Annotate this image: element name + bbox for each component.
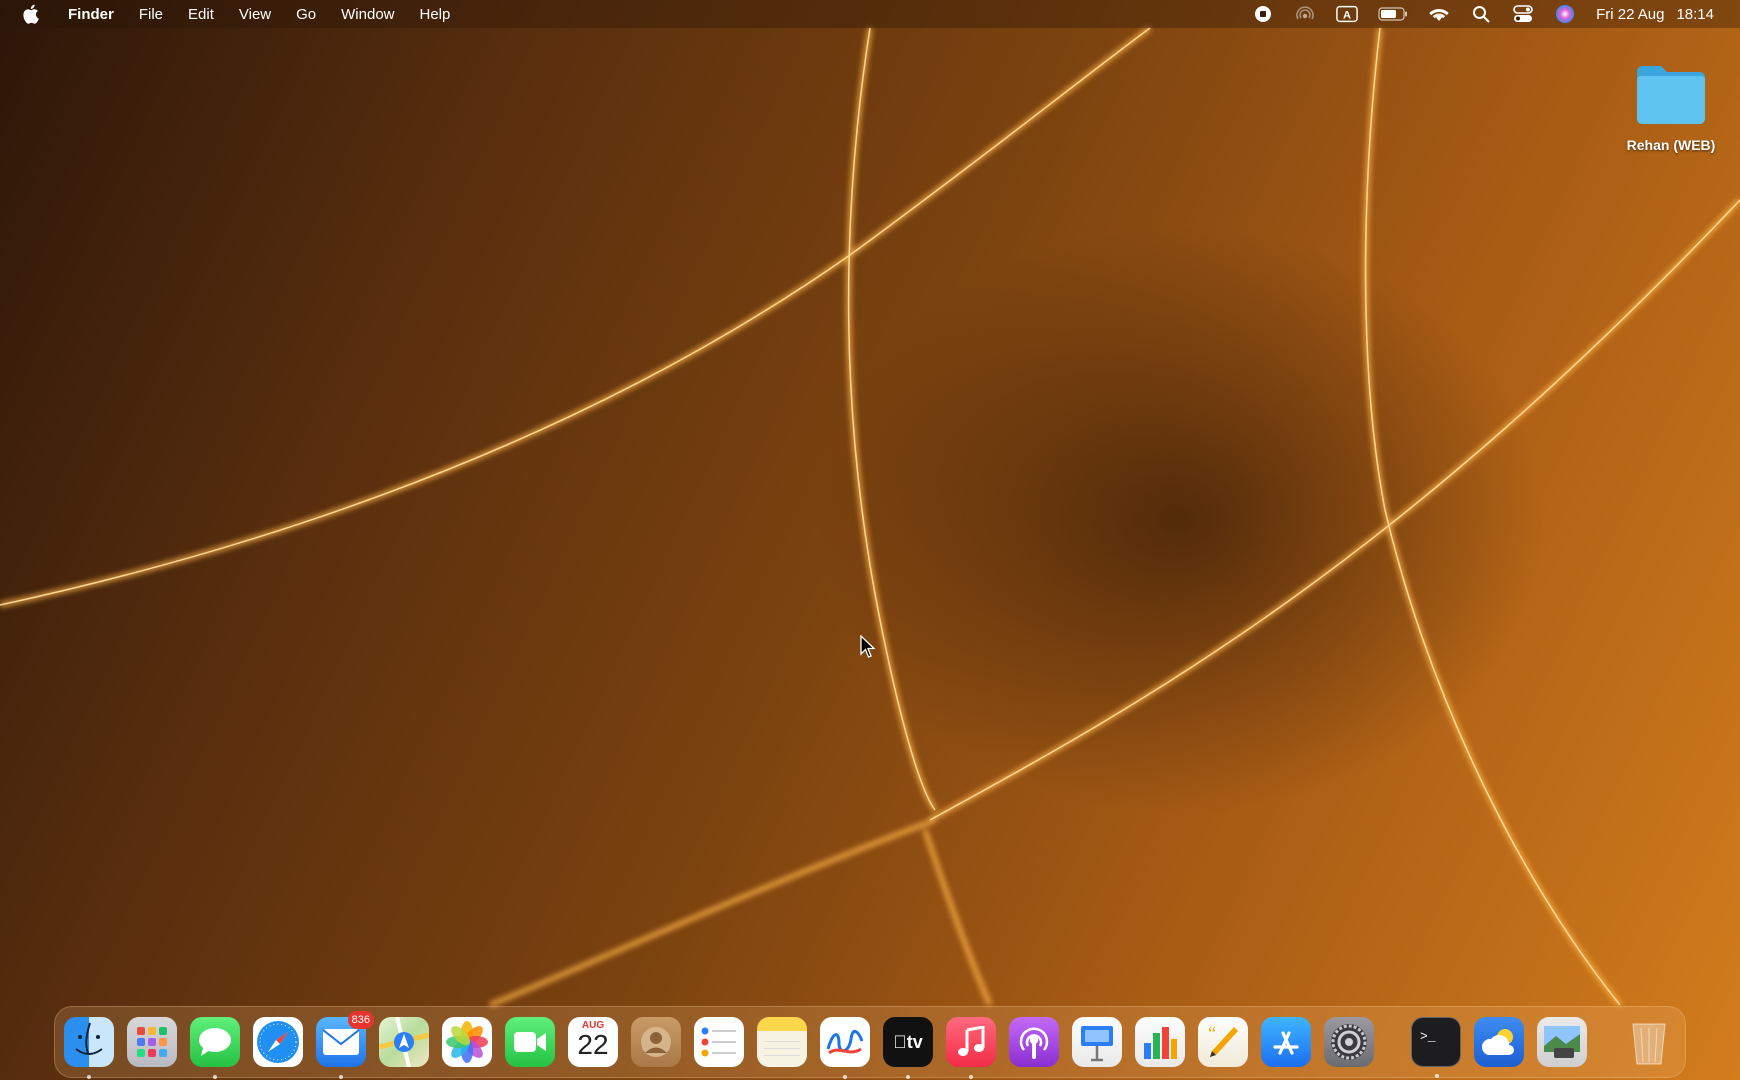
dock-tv-icon[interactable]: tv: [883, 1017, 933, 1079]
dock-weather-icon[interactable]: [1474, 1017, 1524, 1067]
mouse-pointer-icon: [860, 634, 876, 664]
dock-reminders-icon[interactable]: [694, 1017, 744, 1067]
menu-window[interactable]: Window: [341, 6, 394, 23]
dock-safari-icon[interactable]: [253, 1017, 303, 1067]
dock-pages-icon[interactable]: “: [1198, 1017, 1248, 1067]
spotlight-search-icon[interactable]: [1470, 5, 1492, 23]
dock-terminal-icon[interactable]: >_: [1411, 1017, 1461, 1078]
menu-help[interactable]: Help: [420, 6, 451, 23]
control-center-icon[interactable]: [1512, 5, 1534, 23]
dock-messages-icon[interactable]: [190, 1017, 240, 1079]
dock-app-store-icon[interactable]: [1261, 1017, 1311, 1067]
tv-label: tv: [893, 1031, 923, 1052]
menubar-date: Fri 22 Aug: [1596, 5, 1665, 23]
dock-keynote-icon[interactable]: [1072, 1017, 1122, 1067]
menu-bar: Finder File Edit View Go Window Help A F…: [0, 0, 1740, 28]
folder-icon: [1637, 66, 1705, 124]
dock-launchpad-icon[interactable]: [127, 1017, 177, 1067]
calendar-day: 22: [577, 1029, 609, 1060]
svg-text:>_: >_: [1420, 1029, 1436, 1044]
dock-freeform-icon[interactable]: [820, 1017, 870, 1079]
dock-music-icon[interactable]: [946, 1017, 996, 1079]
menu-view[interactable]: View: [239, 6, 271, 23]
menu-app-finder[interactable]: Finder: [68, 6, 114, 23]
menu-file[interactable]: File: [139, 6, 163, 23]
dock-maps-icon[interactable]: [379, 1017, 429, 1067]
wifi-icon[interactable]: [1428, 5, 1450, 23]
desktop-folder[interactable]: Rehan (WEB): [1618, 62, 1724, 153]
dock-notes-icon[interactable]: [757, 1017, 807, 1067]
menu-go[interactable]: Go: [296, 6, 316, 23]
mail-unread-badge: 836: [347, 1011, 374, 1029]
dock-podcasts-icon[interactable]: [1009, 1017, 1059, 1067]
menu-edit[interactable]: Edit: [188, 6, 214, 23]
menubar-time: 18:14: [1676, 5, 1714, 23]
svg-text:A: A: [1343, 10, 1351, 22]
airdrop-icon[interactable]: [1294, 5, 1316, 23]
menubar-clock[interactable]: Fri 22 Aug 18:14: [1596, 6, 1714, 23]
svg-text:“: “: [1208, 1023, 1216, 1043]
dock-mail-icon[interactable]: 836: [316, 1011, 374, 1079]
dock-calendar-icon[interactable]: AUG 22: [568, 1017, 618, 1067]
dock-system-settings-icon[interactable]: [1324, 1017, 1374, 1067]
dock-photos-icon[interactable]: [442, 1017, 492, 1067]
desktop-wallpaper: [0, 0, 1740, 1080]
dock-contacts-icon[interactable]: [631, 1017, 681, 1067]
desktop-folder-label: Rehan (WEB): [1626, 137, 1716, 153]
dock-trash-icon[interactable]: [1624, 1017, 1674, 1067]
dock-preview-icon[interactable]: [1537, 1017, 1587, 1067]
screen-record-icon[interactable]: [1252, 5, 1274, 23]
battery-icon[interactable]: [1378, 5, 1408, 23]
keyboard-input-icon[interactable]: A: [1336, 5, 1358, 23]
dock: 836 AUG 22 tv: [54, 1006, 1686, 1079]
siri-icon[interactable]: [1554, 5, 1576, 23]
dock-facetime-icon[interactable]: [505, 1017, 555, 1067]
dock-finder-icon[interactable]: [64, 1017, 114, 1079]
apple-logo-icon[interactable]: [22, 4, 40, 24]
dock-numbers-icon[interactable]: [1135, 1017, 1185, 1067]
